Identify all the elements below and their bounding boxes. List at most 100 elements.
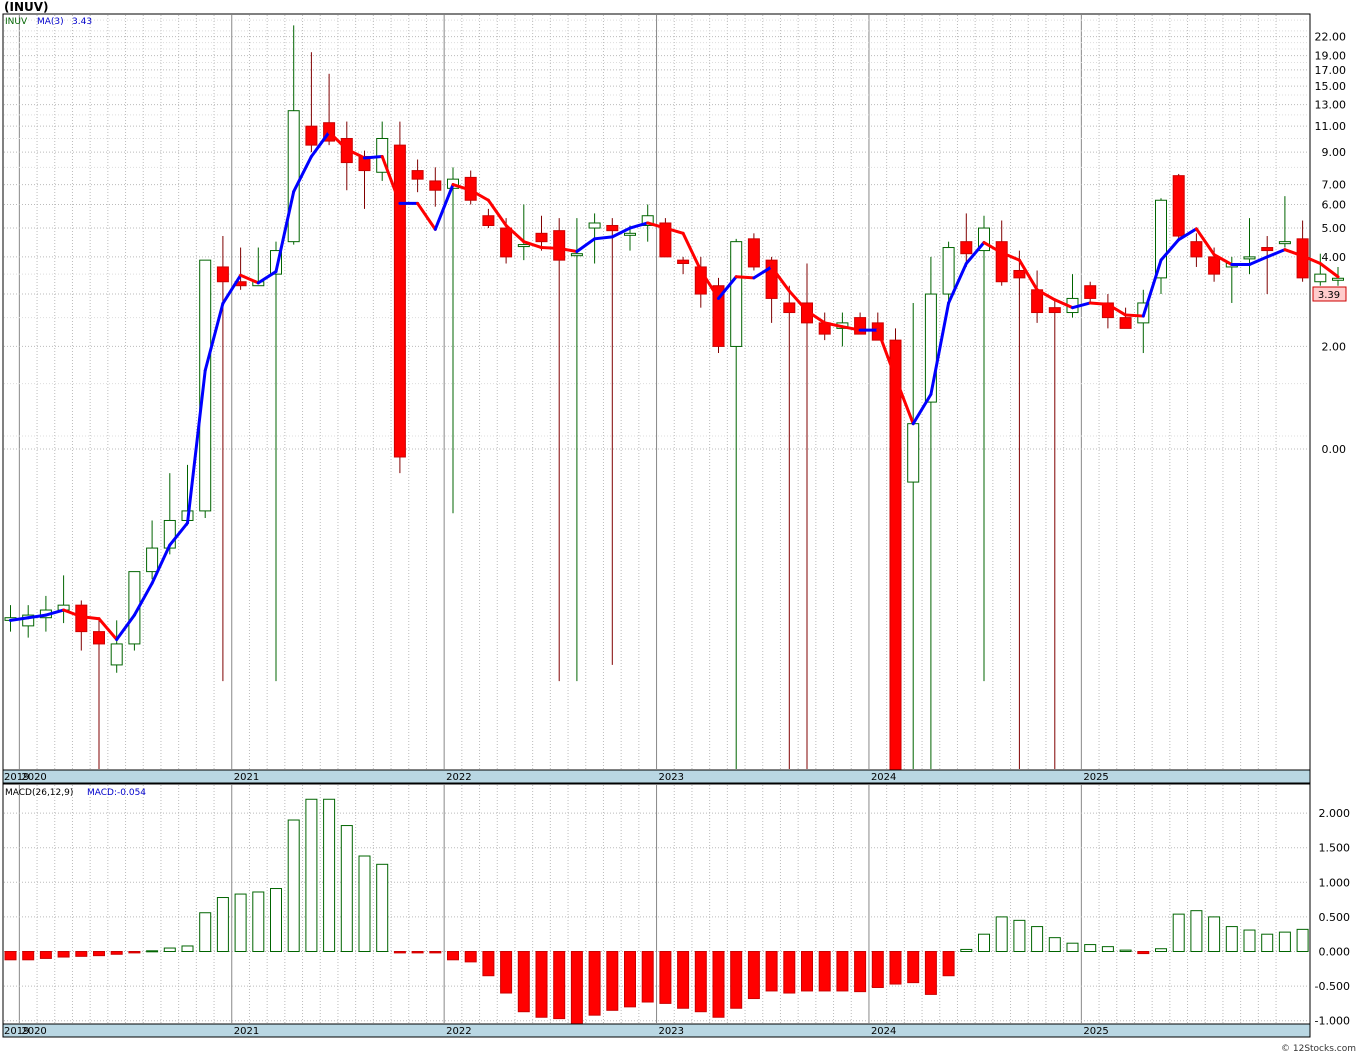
macd-bar <box>871 951 884 988</box>
candle-body <box>429 180 442 191</box>
year-label: 2024 <box>871 772 896 783</box>
price-y-tick-label: 5.00 <box>1322 222 1347 235</box>
candle-body <box>924 293 937 403</box>
candle-body <box>535 232 548 243</box>
macd-bar <box>1296 928 1309 953</box>
macd-bar <box>128 951 141 954</box>
macd-y-axis: 2.000 1.500 1.000 0.500 0.000 -0.500 -1.000 <box>1315 807 1350 1028</box>
candle-body <box>1243 256 1256 260</box>
macd-bar <box>464 951 477 963</box>
ma-segment <box>593 235 614 241</box>
year-label: 2020 <box>21 1026 46 1037</box>
year-label: 2022 <box>446 1026 471 1037</box>
year-label: 2022 <box>446 772 471 783</box>
macd-bar <box>677 951 690 1009</box>
macd-bar <box>393 951 406 954</box>
candle-body <box>93 631 105 645</box>
macd-bar <box>588 951 601 1016</box>
candle-body <box>216 266 229 283</box>
macd-bar <box>234 893 247 953</box>
legend-ma-value: 3.43 <box>72 17 92 27</box>
candle-body <box>305 125 318 146</box>
macd-bar <box>1208 916 1221 953</box>
macd-bar <box>836 951 849 992</box>
price-y-tick-label: 13.00 <box>1315 99 1347 112</box>
candle-body <box>1314 273 1327 283</box>
year-label: 2023 <box>659 772 684 783</box>
candle-body <box>588 222 601 229</box>
year-axis-strip-bottom <box>2 1023 1311 1038</box>
macd-bar <box>110 951 123 955</box>
macd-bar <box>216 897 229 952</box>
macd-bar <box>358 855 371 953</box>
macd-bar <box>1119 949 1132 953</box>
macd-bar <box>1013 919 1026 952</box>
candle-body <box>854 317 867 335</box>
candle-body <box>747 238 760 268</box>
candle-body <box>1172 175 1185 237</box>
macd-bar <box>500 951 513 994</box>
price-y-tick-label: 17.00 <box>1315 64 1347 77</box>
macd-y-tick-label: 1.500 <box>1319 842 1351 855</box>
macd-bar <box>1172 913 1185 953</box>
macd-bar <box>730 951 743 1009</box>
macd-bar <box>1155 948 1167 952</box>
ma-segment <box>79 615 101 621</box>
macd-bar <box>1101 946 1114 953</box>
macd-bar <box>694 951 707 1013</box>
candle-body <box>730 241 743 347</box>
macd-bar <box>1084 944 1097 953</box>
macd-bar <box>517 951 530 1013</box>
candle-body <box>199 259 212 512</box>
candle-body <box>411 170 424 180</box>
macd-bar <box>199 912 212 952</box>
macd-bar <box>429 951 442 954</box>
macd-bar <box>747 951 760 1000</box>
macd-bar <box>1066 942 1079 952</box>
macd-bar <box>1048 937 1061 952</box>
macd-bar <box>907 951 920 984</box>
ma-segment <box>1124 313 1145 318</box>
candle-body <box>1190 241 1203 258</box>
candle-body <box>110 643 123 666</box>
last-price-label: 3.39 <box>1318 290 1340 301</box>
macd-bar <box>801 951 813 992</box>
macd-bar <box>570 951 583 1025</box>
macd-bar <box>978 933 990 953</box>
macd-bar <box>482 951 495 977</box>
macd-bar <box>1225 926 1238 953</box>
macd-bar <box>146 950 159 953</box>
candle-body <box>570 253 583 257</box>
macd-bar <box>659 951 672 1004</box>
price-y-tick-label: 2.00 <box>1322 340 1347 353</box>
year-label: 2021 <box>234 772 259 783</box>
macd-bar <box>995 916 1008 953</box>
macd-bar <box>889 951 902 985</box>
price-y-tick-label: 7.00 <box>1322 179 1347 192</box>
stock-chart: (INUV) 22.00 19.0017.00 15.00 13.00 11.00 9.0… <box>2 0 1356 1054</box>
macd-bar <box>252 891 265 952</box>
macd-bar <box>553 951 566 1020</box>
candle-body <box>517 244 530 248</box>
candle-body <box>960 241 973 255</box>
macd-bar <box>942 951 955 977</box>
candle-body <box>1155 199 1167 279</box>
ma-segment <box>363 154 384 160</box>
macd-bar <box>270 888 282 953</box>
macd-bar <box>93 951 105 957</box>
macd-bar <box>447 951 459 961</box>
candle-body <box>287 110 300 243</box>
candle-body <box>1013 269 1026 279</box>
candle-body <box>1048 307 1061 314</box>
candle-body <box>624 232 636 236</box>
macd-bar <box>411 951 424 954</box>
year-label: 2025 <box>1083 1026 1108 1037</box>
macd-bar <box>75 951 88 957</box>
macd-bar <box>163 947 176 952</box>
legend-symbol: INUV <box>5 17 28 27</box>
candle-body <box>1278 241 1291 245</box>
candle-body <box>677 259 690 265</box>
ma-segment <box>734 275 756 280</box>
legend-ma: MA(3) <box>37 17 64 27</box>
macd-y-tick-label: -1.000 <box>1315 1015 1350 1028</box>
